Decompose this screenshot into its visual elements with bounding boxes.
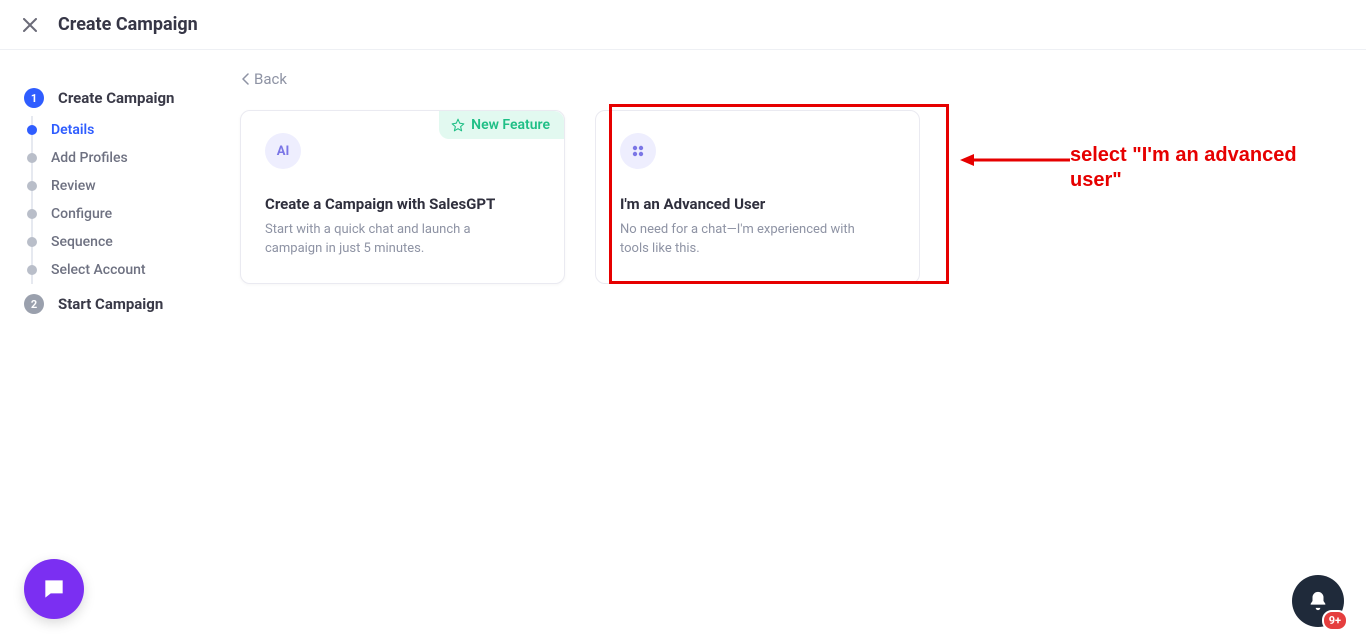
main-panel: Back New Feature AI Create a Campaign wi… bbox=[240, 70, 1366, 322]
substeps-list: Details Add Profiles Review Configure Se… bbox=[31, 116, 230, 284]
step-group-2: 2 Start Campaign bbox=[24, 294, 230, 314]
step-start-campaign[interactable]: 2 Start Campaign bbox=[24, 294, 230, 314]
notification-count-badge: 9+ bbox=[1322, 610, 1348, 631]
substep-review[interactable]: Review bbox=[27, 172, 230, 200]
substep-details[interactable]: Details bbox=[27, 116, 230, 144]
substep-dot-icon bbox=[27, 209, 37, 219]
card-title: I'm an Advanced User bbox=[620, 195, 895, 213]
badge-label: New Feature bbox=[471, 117, 550, 133]
chevron-left-icon bbox=[242, 73, 250, 85]
substep-dot-icon bbox=[27, 181, 37, 191]
substep-dot-icon bbox=[27, 125, 37, 135]
step-label: Start Campaign bbox=[58, 295, 163, 313]
chat-icon bbox=[41, 576, 67, 602]
substep-dot-icon bbox=[27, 153, 37, 163]
substep-select-account[interactable]: Select Account bbox=[27, 256, 230, 284]
substep-configure[interactable]: Configure bbox=[27, 200, 230, 228]
substep-label: Select Account bbox=[51, 262, 146, 278]
step-group-1: 1 Create Campaign Details Add Profiles R… bbox=[24, 88, 230, 284]
card-title: Create a Campaign with SalesGPT bbox=[265, 195, 540, 213]
page-title: Create Campaign bbox=[58, 14, 198, 35]
top-bar: Create Campaign bbox=[0, 0, 1366, 50]
substep-label: Configure bbox=[51, 206, 112, 222]
substep-label: Sequence bbox=[51, 234, 113, 250]
back-link[interactable]: Back bbox=[242, 70, 287, 88]
substep-dot-icon bbox=[27, 237, 37, 247]
close-icon[interactable] bbox=[22, 17, 38, 33]
step-label: Create Campaign bbox=[58, 89, 174, 107]
step-number-badge: 1 bbox=[24, 88, 44, 108]
option-cards: New Feature AI Create a Campaign with Sa… bbox=[240, 110, 1346, 284]
star-icon bbox=[451, 118, 465, 132]
chat-button[interactable] bbox=[24, 559, 84, 619]
new-feature-badge: New Feature bbox=[439, 111, 564, 139]
substep-label: Details bbox=[51, 122, 94, 138]
ai-icon: AI bbox=[265, 133, 301, 169]
substep-sequence[interactable]: Sequence bbox=[27, 228, 230, 256]
card-advanced-user[interactable]: I'm an Advanced User No need for a chat—… bbox=[595, 110, 920, 284]
notifications-button[interactable]: 9+ bbox=[1292, 575, 1344, 627]
substep-dot-icon bbox=[27, 265, 37, 275]
back-label: Back bbox=[254, 70, 287, 88]
substep-label: Review bbox=[51, 178, 96, 194]
card-salesgpt[interactable]: New Feature AI Create a Campaign with Sa… bbox=[240, 110, 565, 284]
ai-icon-label: AI bbox=[277, 144, 290, 159]
card-description: No need for a chat—I'm experienced with … bbox=[620, 221, 880, 259]
substep-label: Add Profiles bbox=[51, 150, 128, 166]
substep-add-profiles[interactable]: Add Profiles bbox=[27, 144, 230, 172]
step-create-campaign[interactable]: 1 Create Campaign bbox=[24, 88, 230, 108]
step-number-badge: 2 bbox=[24, 294, 44, 314]
content-area: 1 Create Campaign Details Add Profiles R… bbox=[0, 50, 1366, 322]
stepper-sidebar: 1 Create Campaign Details Add Profiles R… bbox=[0, 70, 240, 322]
grid-icon bbox=[620, 133, 656, 169]
bell-icon bbox=[1307, 590, 1329, 612]
card-description: Start with a quick chat and launch a cam… bbox=[265, 221, 525, 259]
